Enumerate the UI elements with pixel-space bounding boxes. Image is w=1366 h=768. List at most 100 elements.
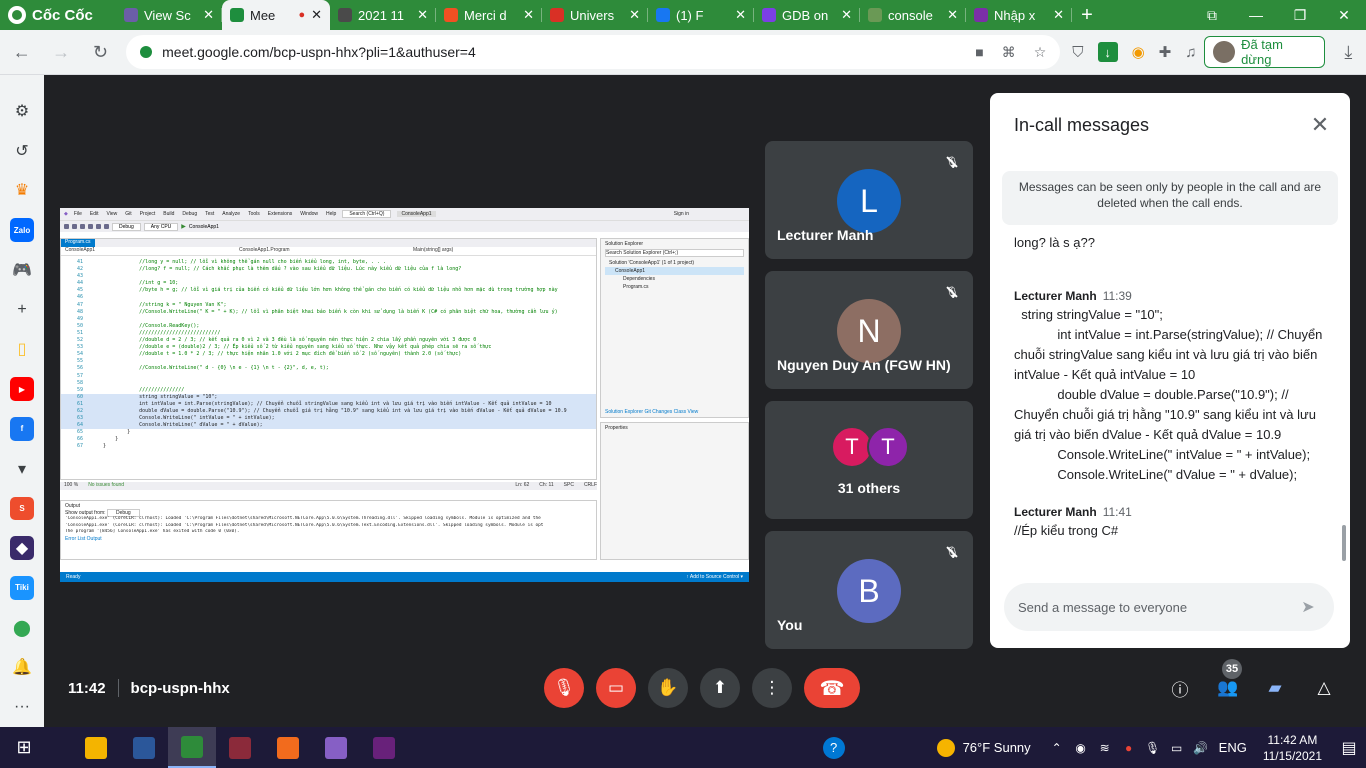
mic-tray-icon[interactable]: 🎙 <box>1141 741 1165 755</box>
browser-tab[interactable]: 2021 11 ✕ <box>330 0 436 30</box>
browser-tab[interactable]: GDB on ✕ <box>754 0 860 30</box>
tab-close-icon[interactable]: ✕ <box>417 7 428 23</box>
send-icon[interactable]: ➤ <box>1296 595 1320 619</box>
participant-tile-nguyen[interactable]: N Nguyen Duy An (FGW HN) 🎙 <box>765 271 973 389</box>
savefrom-extension-icon[interactable]: ↓ <box>1097 42 1118 62</box>
address-bar[interactable]: meet.google.com/bcp-uspn-hhx?pli=1&authu… <box>126 35 1061 69</box>
taskbar-app-coccoc[interactable] <box>168 727 216 768</box>
facebook-icon[interactable]: f <box>10 417 34 441</box>
music-notes-icon[interactable]: ♫ <box>1185 44 1196 61</box>
shield-extension-icon[interactable]: ⛉ <box>1072 44 1083 61</box>
youtube-icon[interactable]: ▶ <box>10 377 34 401</box>
chat-input-box[interactable]: ➤ <box>1004 583 1334 631</box>
browser-tab[interactable]: Nhập x ✕ <box>966 0 1072 30</box>
chevron-up-icon[interactable]: ⌃ <box>1045 741 1069 755</box>
vs-run-icon: ▶ <box>181 224 186 230</box>
tab-close-icon[interactable]: ✕ <box>735 7 746 23</box>
weather-widget[interactable]: 76°F Sunny <box>936 738 1031 757</box>
zalo-icon[interactable]: Zalo <box>10 218 34 242</box>
gear-icon[interactable]: ⚙ <box>10 99 34 123</box>
vs-menu-item: Test <box>205 211 215 217</box>
reload-button[interactable]: ↻ <box>83 34 118 70</box>
notifications-icon[interactable]: ▤ <box>1332 738 1366 758</box>
battery-icon[interactable]: ▭ <box>1165 741 1189 755</box>
tab-close-icon[interactable]: ✕ <box>523 7 534 23</box>
participant-tile-others[interactable]: T T 31 others <box>765 401 973 519</box>
tab-close-icon[interactable]: ✕ <box>311 7 322 23</box>
taskbar-clock[interactable]: 11:42 AM 11/15/2021 <box>1263 732 1322 764</box>
camera-tray-icon[interactable]: ◉ <box>1069 741 1093 755</box>
bookmark-star-icon[interactable]: ☆ <box>1034 44 1047 61</box>
notes-icon[interactable]: ▯ <box>10 338 34 362</box>
tab-close-icon[interactable]: ✕ <box>203 7 214 23</box>
chat-message-list[interactable]: long? là s ạ?? Lecturer Manh 11:39 string… <box>1014 233 1328 563</box>
taskbar-app-word[interactable] <box>120 727 168 768</box>
close-icon[interactable]: ✕ <box>1308 112 1332 137</box>
vs-menu-item: Window <box>300 211 319 217</box>
participant-tile-self[interactable]: B You 🎙 <box>765 531 973 649</box>
camera-icon[interactable]: ■ <box>975 44 983 61</box>
map-pin-icon[interactable]: ⬤ <box>10 616 34 640</box>
restore-button[interactable]: ❐ <box>1278 0 1322 30</box>
people-icon[interactable]: 👥 <box>1215 675 1241 701</box>
taskbar-app-visual-studio[interactable] <box>312 727 360 768</box>
add-icon[interactable]: + <box>10 298 34 322</box>
browser-tab[interactable]: Mee ● ✕ <box>222 0 330 30</box>
meeting-info-icon[interactable]: ⓘ <box>1167 675 1193 701</box>
more-options-button[interactable]: ⋮ <box>752 668 792 708</box>
extensions-puzzle-icon[interactable]: ✚ <box>1159 43 1172 61</box>
downloads-icon[interactable]: ⤓ <box>1331 34 1366 70</box>
browser-tab[interactable]: View Sc ✕ <box>116 0 222 30</box>
more-down-icon[interactable]: ▾ <box>10 457 34 481</box>
taskbar-app-file-explorer[interactable] <box>72 727 120 768</box>
ellipsis-icon[interactable]: ··· <box>10 695 34 719</box>
translate-icon[interactable]: ⌘ <box>1002 44 1016 61</box>
chat-icon[interactable]: ▰ <box>1262 675 1288 701</box>
game-avatar-icon[interactable]: ◆ <box>10 536 34 560</box>
back-button[interactable]: ← <box>4 34 39 70</box>
taskbar-app-foxit-pdf[interactable] <box>264 727 312 768</box>
forward-button[interactable]: → <box>43 34 78 70</box>
tab-close-icon[interactable]: ✕ <box>947 7 958 23</box>
wifi-icon[interactable]: ≋ <box>1093 741 1117 755</box>
tab-close-icon[interactable]: ✕ <box>629 7 640 23</box>
gamepad-icon[interactable]: 🎮 <box>10 258 34 282</box>
tiki-icon[interactable]: Tiki <box>10 576 34 600</box>
new-tab-button[interactable]: + <box>1072 0 1102 30</box>
help-icon[interactable]: ? <box>822 736 845 759</box>
profile-paused-button[interactable]: Đã tạm dừng <box>1204 36 1325 68</box>
tab-close-icon[interactable]: ✕ <box>841 7 852 23</box>
participant-tile-lecturer[interactable]: L Lecturer Manh 🎙 <box>765 141 973 259</box>
present-now-button[interactable]: ⬆ <box>700 668 740 708</box>
crown-icon[interactable]: ♛ <box>10 179 34 203</box>
browser-tab[interactable]: Merci d ✕ <box>436 0 542 30</box>
coccoc-extension-icon[interactable]: ◉ <box>1132 43 1145 61</box>
coccoc-menu-button[interactable]: Cốc Cốc <box>0 0 116 30</box>
meeting-code[interactable]: bcp-uspn-hhx <box>131 680 230 697</box>
vs-ready: Ready <box>66 574 81 580</box>
recording-icon[interactable]: ● <box>1117 741 1141 755</box>
minimize-button[interactable]: — <box>1234 0 1278 30</box>
secure-lock-icon[interactable] <box>140 46 153 58</box>
taskbar-app-visual-studio-2[interactable] <box>360 727 408 768</box>
tab-close-icon[interactable]: ✕ <box>1053 7 1064 23</box>
microphone-off-button[interactable]: 🎙 <box>544 668 584 708</box>
browser-tab[interactable]: (1) F ✕ <box>648 0 754 30</box>
history-icon[interactable]: ↺ <box>10 139 34 163</box>
raise-hand-button[interactable]: ✋ <box>648 668 688 708</box>
browser-tab[interactable]: Univers ✕ <box>542 0 648 30</box>
chat-scrollbar[interactable] <box>1342 525 1346 561</box>
shopee-icon[interactable]: S <box>10 496 34 521</box>
bell-icon[interactable]: 🔔 <box>10 656 34 680</box>
browser-tab[interactable]: console ✕ <box>860 0 966 30</box>
leave-call-button[interactable]: ☎ <box>804 668 860 708</box>
taskbar-app-winrar[interactable] <box>216 727 264 768</box>
chat-message-input[interactable] <box>1018 599 1296 615</box>
language-indicator[interactable]: ENG <box>1219 740 1247 755</box>
activities-icon[interactable]: △ <box>1311 675 1337 701</box>
camera-off-button[interactable]: ▭ <box>596 668 636 708</box>
close-window-button[interactable]: ✕ <box>1322 0 1366 30</box>
start-button[interactable]: ⊞ <box>0 727 48 768</box>
volume-icon[interactable]: 🔊 <box>1189 741 1213 755</box>
search-tabs-icon[interactable]: ⧉ <box>1190 0 1234 30</box>
